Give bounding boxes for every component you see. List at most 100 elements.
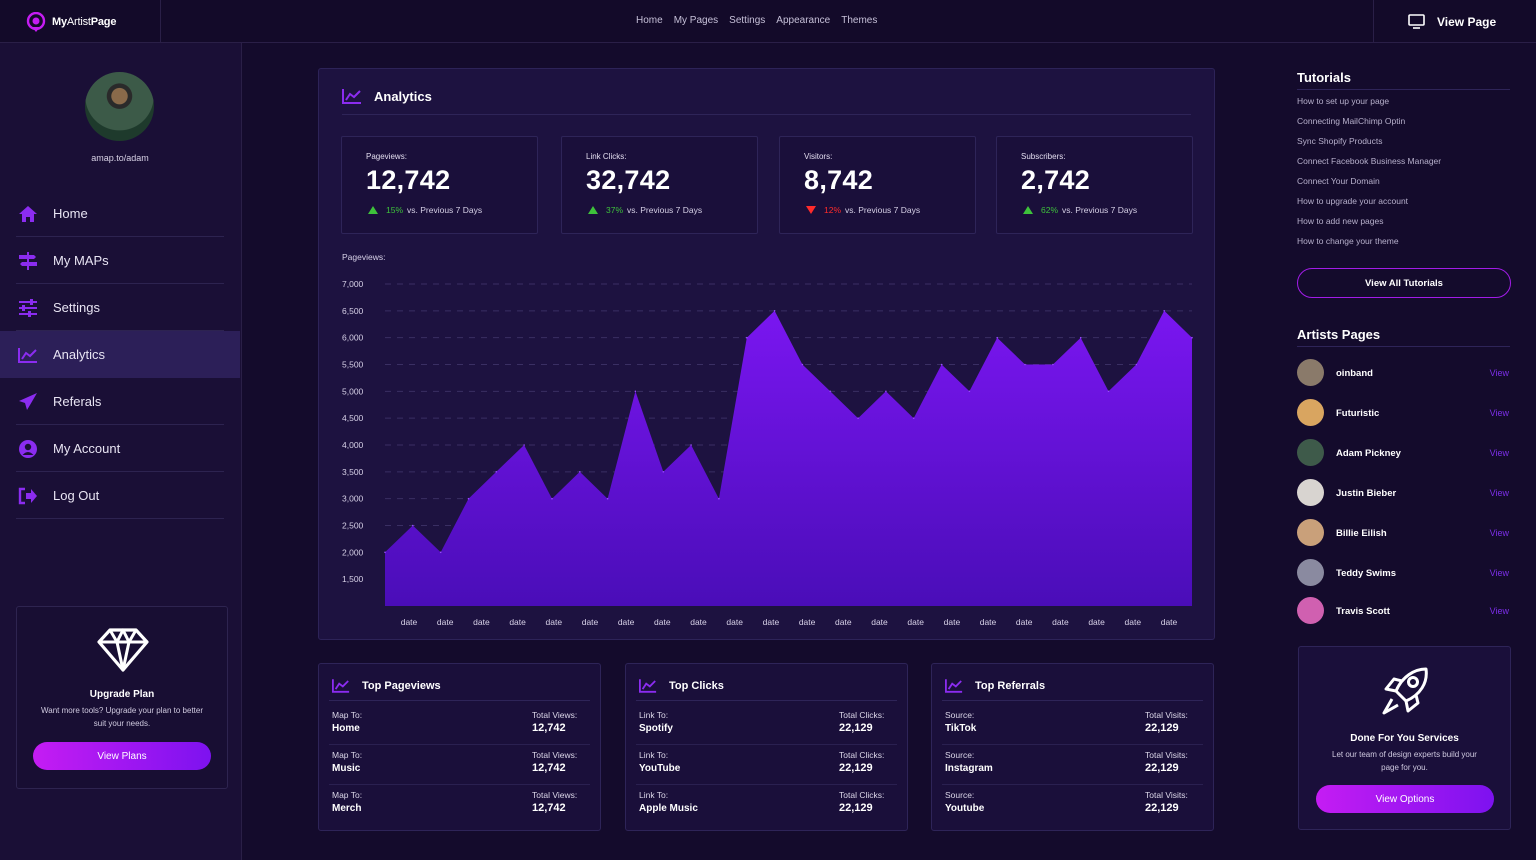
row-value: Merch [332, 803, 362, 814]
tutorial-link[interactable]: Connect Facebook Business Manager [1297, 156, 1441, 176]
table-row: Source: TikTok Total Visits: 22,129 [942, 710, 1203, 750]
x-tick-label: date [799, 617, 816, 627]
y-tick-label: 4,500 [342, 413, 364, 423]
map-pin-logo-icon [26, 11, 46, 32]
x-tick-label: date [944, 617, 961, 627]
dfy-desc: Let our team of design experts build you… [1332, 750, 1477, 772]
data-point [801, 363, 804, 366]
sidebar-item-referals[interactable]: Referals [0, 378, 240, 425]
sign-out-icon [18, 486, 38, 506]
row-total: 12,742 [532, 722, 566, 734]
view-options-button[interactable]: View Options [1316, 785, 1494, 813]
artist-view-link[interactable]: View [1490, 488, 1509, 498]
artist-view-link[interactable]: View [1490, 368, 1509, 378]
data-point [1191, 336, 1193, 339]
artist-view-link[interactable]: View [1490, 408, 1509, 418]
sidebar-item-analytics[interactable]: Analytics [0, 331, 240, 378]
artist-name: Teddy Swims [1336, 568, 1397, 579]
data-point [829, 390, 831, 393]
divider [942, 700, 1203, 701]
sidebar-item-my-maps[interactable]: My MAPs [0, 237, 240, 284]
artist-row: Teddy Swims View [1297, 559, 1511, 589]
data-point [940, 363, 943, 366]
artist-view-link[interactable]: View [1490, 448, 1509, 458]
row-value: Apple Music [639, 803, 698, 814]
tutorial-link[interactable]: How to change your theme [1297, 236, 1441, 256]
row-total-label: Total Visits: [1145, 710, 1188, 720]
brand[interactable]: MyArtistPage [0, 0, 161, 43]
row-key: Map To: [332, 790, 363, 800]
tutorial-link[interactable]: How to add new pages [1297, 216, 1441, 236]
data-point [495, 471, 498, 473]
x-tick-label: date [871, 617, 888, 627]
sidebar-item-label: Home [53, 206, 88, 221]
x-tick-label: date [582, 617, 599, 627]
data-point [1024, 363, 1026, 366]
avatar [1297, 399, 1324, 426]
upgrade-plan-card: Upgrade Plan Want more tools? Upgrade yo… [16, 606, 228, 789]
row-total: 22,129 [839, 762, 873, 774]
x-tick-label: date [509, 617, 526, 627]
table-row: Map To: Music Total Views: 12,742 [329, 750, 590, 790]
avatar [1297, 559, 1324, 586]
top-pageviews-card: Top Pageviews Map To: Home Total Views: … [318, 663, 601, 831]
sidebar-item-log-out[interactable]: Log Out [0, 472, 240, 519]
tutorial-link[interactable]: Connecting MailChimp Optin [1297, 116, 1441, 136]
x-tick-label: date [980, 617, 997, 627]
sidebar-item-home[interactable]: Home [0, 190, 240, 237]
upgrade-desc: Want more tools? Upgrade your plan to be… [40, 706, 203, 728]
topnav-themes[interactable]: Themes [841, 15, 877, 26]
x-tick-label: date [1125, 617, 1142, 627]
row-key: Map To: [332, 710, 363, 720]
artist-view-link[interactable]: View [1490, 568, 1509, 578]
sidebar-item-settings[interactable]: Settings [0, 284, 240, 331]
view-plans-button[interactable]: View Plans [33, 742, 211, 770]
x-tick-label: date [690, 617, 707, 627]
data-point [857, 417, 859, 420]
row-key: Map To: [332, 750, 363, 760]
data-point [551, 497, 553, 500]
avatar[interactable] [85, 72, 154, 141]
table-row: Link To: Apple Music Total Clicks: 22,12… [639, 790, 891, 830]
tutorial-link[interactable]: How to upgrade your account [1297, 196, 1441, 216]
x-tick-label: date [618, 617, 635, 627]
artist-row: Futuristic View [1297, 399, 1511, 429]
topnav-settings[interactable]: Settings [729, 15, 765, 26]
top-bar: MyArtistPage Home My Pages Settings Appe… [0, 0, 1536, 43]
tutorials-title: Tutorials [1297, 70, 1351, 85]
tutorial-link[interactable]: Connect Your Domain [1297, 176, 1441, 196]
table-row: Source: Youtube Total Visits: 22,129 [945, 790, 1197, 830]
artist-view-link[interactable]: View [1490, 528, 1509, 538]
artist-view-link[interactable]: View [1490, 606, 1509, 616]
done-for-you-card: Done For You Services Let our team of de… [1298, 646, 1511, 830]
data-point [968, 390, 971, 393]
chart-line-icon [945, 679, 963, 693]
row-total-label: Total Views: [532, 750, 578, 760]
topnav-home[interactable]: Home [636, 15, 663, 26]
chart-line-icon [332, 679, 350, 693]
divider [1297, 346, 1510, 347]
row-total: 12,742 [532, 762, 566, 774]
tutorial-link[interactable]: Sync Shopify Products [1297, 136, 1441, 156]
tutorial-link[interactable]: How to set up your page [1297, 96, 1441, 116]
sidebar-item-label: Analytics [53, 347, 106, 362]
top-nav: Home My Pages Settings Appearance Themes [636, 15, 877, 26]
chart-line-icon [18, 345, 38, 365]
x-tick-label: date [437, 617, 454, 627]
tutorials-list: How to set up your page Connecting MailC… [1297, 96, 1441, 256]
topnav-appearance[interactable]: Appearance [776, 15, 830, 26]
user-circle-icon [18, 439, 38, 459]
divider [636, 744, 897, 745]
view-all-tutorials-button[interactable]: View All Tutorials [1297, 268, 1511, 298]
artist-row: Billie Eilish View [1297, 519, 1511, 549]
topnav-my-pages[interactable]: My Pages [674, 15, 718, 26]
artist-name: Futuristic [1336, 408, 1380, 419]
artists-pages-title: Artists Pages [1297, 327, 1381, 342]
row-key: Link To: [639, 710, 669, 720]
card-header: Top Clicks [639, 678, 724, 693]
view-page-button[interactable]: View Page [1373, 0, 1536, 43]
sidebar-item-my-account[interactable]: My Account [0, 425, 240, 472]
row-total-label: Total Visits: [1145, 750, 1188, 760]
data-point [746, 336, 748, 339]
paper-plane-icon [18, 392, 38, 412]
